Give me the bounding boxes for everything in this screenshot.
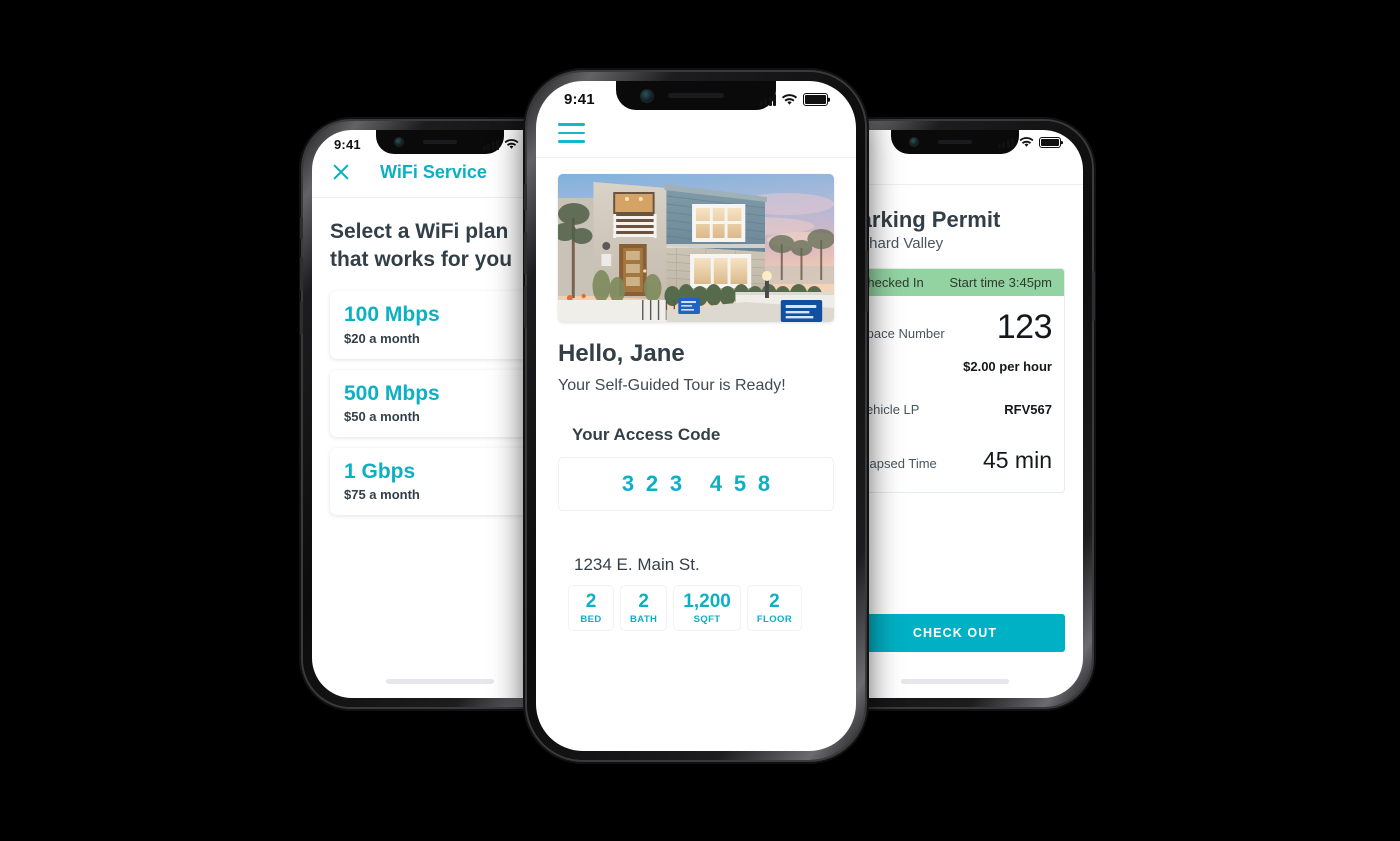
code-digit: 5 — [733, 470, 747, 496]
session-start-time: Start time 3:45pm — [949, 275, 1052, 290]
signal-bars-icon — [759, 93, 776, 106]
plan-speed: 100 Mbps — [344, 303, 440, 327]
check-out-button[interactable]: CHECK OUT — [845, 614, 1065, 652]
vehicle-lp-row: Vehicle LP RFV567 — [846, 390, 1064, 435]
wifi-icon — [781, 93, 798, 105]
home-indicator[interactable] — [901, 679, 1009, 684]
plan-speed: 500 Mbps — [344, 381, 440, 405]
parking-session-card: Checked In Start time 3:45pm Space Numbe… — [845, 268, 1065, 493]
greeting-heading: Hello, Jane — [558, 339, 685, 367]
stat-sqft: 1,200 SQFT — [673, 584, 741, 631]
wifi-icon — [504, 139, 519, 149]
wifi-plan-option[interactable]: 100 Mbps $20 a month — [330, 291, 550, 359]
wifi-heading-line-2: that works for you — [330, 247, 513, 271]
hamburger-menu-icon[interactable] — [558, 123, 585, 143]
mute-switch[interactable] — [524, 184, 527, 210]
status-bar — [827, 130, 1083, 151]
plan-speed: 1 Gbps — [344, 459, 416, 483]
status-time: 9:41 — [564, 91, 595, 108]
code-digit: 4 — [709, 470, 723, 496]
property-address: 1234 E. Main St. — [574, 554, 700, 574]
space-number-label: Space Number — [858, 326, 945, 341]
stat-caption: BATH — [630, 613, 658, 625]
code-digit: 8 — [757, 470, 771, 496]
property-photo — [558, 173, 834, 322]
status-time: 9:41 — [334, 137, 361, 152]
page-title: Parking Permit — [845, 207, 1001, 232]
space-number-row: Space Number 123 — [846, 296, 1064, 357]
access-code-group-2: 4 5 8 — [704, 471, 776, 497]
house-illustration — [558, 173, 834, 322]
power-button[interactable] — [1092, 271, 1095, 321]
wifi-plan-option[interactable]: 500 Mbps $50 a month — [330, 369, 550, 437]
access-code-label: Your Access Code — [572, 424, 721, 444]
elapsed-time-value: 45 min — [982, 447, 1052, 473]
hourly-rate-value: $2.00 per hour — [963, 359, 1052, 374]
close-x-icon[interactable] — [330, 161, 352, 183]
stat-value: 2 — [769, 590, 780, 612]
code-digit: 2 — [645, 470, 659, 496]
wifi-plan-list: 100 Mbps $20 a month 500 Mbps $50 a mont… — [330, 291, 550, 515]
elapsed-time-label: Elapsed Time — [858, 456, 937, 471]
space-number-value: 123 — [996, 308, 1053, 346]
stat-caption: BED — [580, 613, 602, 625]
plan-price: $20 a month — [344, 330, 420, 346]
wifi-heading-line-1: Select a WiFi plan — [330, 220, 509, 243]
volume-down-button[interactable] — [300, 301, 303, 335]
power-button[interactable] — [865, 250, 868, 312]
plan-price: $50 a month — [344, 408, 420, 424]
page-title: WiFi Service — [380, 161, 487, 182]
battery-icon — [803, 93, 828, 106]
stat-value: 2 — [585, 590, 597, 612]
stat-floor: 2 FLOOR — [746, 584, 803, 631]
mute-switch[interactable] — [300, 217, 303, 239]
wifi-icon — [1019, 137, 1034, 147]
volume-up-button[interactable] — [524, 232, 527, 274]
tour-top-bar — [536, 113, 856, 158]
phone-device-center: 9:41 Hello, Jane Your Self-Guided Tour i… — [524, 72, 868, 760]
plan-price: $75 a month — [344, 486, 420, 502]
stat-caption: SQFT — [693, 613, 721, 625]
wifi-plan-option[interactable]: 1 Gbps $75 a month — [330, 447, 550, 515]
status-bar: 9:41 — [536, 81, 856, 113]
stat-value: 2 — [638, 590, 649, 612]
page-subtitle: Orchard Valley — [845, 235, 944, 252]
elapsed-time-row: Elapsed Time 45 min — [846, 435, 1064, 492]
volume-up-button[interactable] — [300, 257, 303, 291]
session-status-header: Checked In Start time 3:45pm — [846, 269, 1064, 296]
phone-screen-right: Parking Permit Orchard Valley Checked In… — [827, 130, 1083, 698]
greeting-subtext: Your Self-Guided Tour is Ready! — [558, 376, 786, 394]
vehicle-lp-value: RFV567 — [1004, 402, 1052, 417]
hourly-rate-row: $2.00 per hour — [846, 357, 1064, 390]
code-digit: 3 — [669, 470, 683, 496]
access-code-box: 3 2 3 4 5 8 — [558, 456, 834, 511]
access-code-group-1: 3 2 3 — [616, 471, 688, 497]
stat-bath: 2 BATH — [620, 584, 668, 631]
signal-bars-icon — [997, 137, 1014, 148]
tour-screen-body: Hello, Jane Your Self-Guided Tour is Rea… — [536, 158, 856, 631]
battery-icon — [1039, 137, 1061, 148]
signal-bars-icon — [482, 139, 499, 150]
code-digit: 3 — [621, 470, 635, 496]
stat-caption: FLOOR — [756, 613, 793, 625]
stat-bed: 2 BED — [568, 584, 614, 631]
parking-screen-body: Parking Permit Orchard Valley Checked In… — [827, 185, 1083, 493]
scene-root: 9:41 WiFi Service Select a WiFi plan tha… — [0, 0, 1400, 841]
volume-down-button[interactable] — [524, 286, 527, 328]
vehicle-lp-label: Vehicle LP — [858, 402, 920, 417]
phone-screen-center: 9:41 Hello, Jane Your Self-Guided Tour i… — [536, 81, 856, 751]
home-indicator[interactable] — [386, 679, 494, 684]
parking-top-divider — [827, 151, 1083, 185]
stat-value: 1,200 — [683, 590, 731, 612]
property-stats: 2 BED 2 BATH 1,200 SQFT 2 FLOOR — [568, 584, 834, 631]
